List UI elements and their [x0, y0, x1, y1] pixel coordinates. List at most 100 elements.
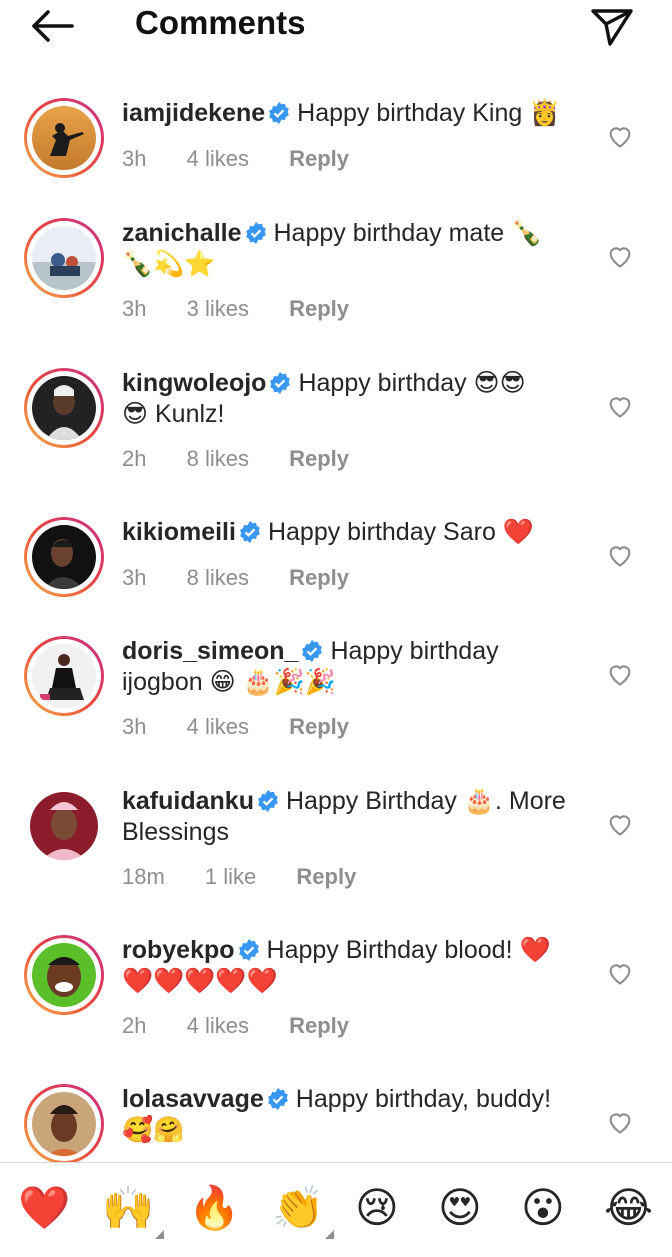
- heart-outline-icon: [609, 546, 631, 567]
- comment-text: Happy birthday 😎😎: [298, 369, 526, 397]
- comment-time: 3h: [122, 565, 147, 590]
- arrow-left-icon: [32, 10, 74, 42]
- comment-meta: 2h 8 likes Reply: [122, 446, 383, 472]
- emoji-heart-eyes-button[interactable]: 😍: [438, 1183, 482, 1233]
- comment-text-continued: 🥰🤗: [122, 1116, 185, 1144]
- comment-meta: 2h 4 likes Reply: [122, 1013, 383, 1039]
- comment-meta: 3h 4 likes Reply: [122, 146, 383, 172]
- quick-emoji-bar: ❤️ 🙌 🔥 👏 😢 😍 😮 😂: [0, 1163, 672, 1257]
- share-button[interactable]: [588, 4, 636, 48]
- comment-likes[interactable]: 1 like: [205, 864, 256, 889]
- comment-likes[interactable]: 4 likes: [187, 714, 249, 739]
- reply-button[interactable]: Reply: [289, 1013, 349, 1038]
- verified-badge-icon: [266, 1087, 290, 1111]
- verified-badge-icon: [268, 371, 292, 395]
- comment-likes[interactable]: 8 likes: [187, 565, 249, 590]
- comment-time: 2h: [122, 1013, 147, 1038]
- skin-tone-indicator-icon: [325, 1230, 335, 1239]
- comment-text: Happy birthday, buddy!: [295, 1085, 552, 1113]
- emoji-clap-button[interactable]: 👏: [272, 1183, 335, 1239]
- comment-likes[interactable]: 4 likes: [187, 1013, 249, 1038]
- comment-time: 3h: [122, 296, 147, 321]
- avatar[interactable]: [24, 517, 104, 597]
- comment-time: 18m: [122, 864, 165, 889]
- reply-button[interactable]: Reply: [289, 446, 349, 471]
- avatar[interactable]: [24, 786, 104, 866]
- comment-username[interactable]: kikiomeili: [122, 518, 236, 546]
- comment-likes[interactable]: 8 likes: [187, 446, 249, 471]
- comment-text-continued: Blessings: [122, 818, 229, 846]
- comment-time: 3h: [122, 146, 147, 171]
- emoji-crying-button[interactable]: 😢: [355, 1183, 399, 1233]
- comment-text: Happy birthday mate 🍾: [273, 219, 543, 247]
- comment-text-continued: ijogbon 😁 🎂🎉🎉: [122, 668, 336, 696]
- like-button[interactable]: [606, 541, 634, 569]
- comment-text: Happy Birthday 🎂. More: [285, 787, 566, 815]
- comment-text-continued: ❤️❤️❤️❤️❤️: [122, 967, 278, 995]
- avatar[interactable]: [24, 98, 104, 178]
- comment-text-continued: 🍾💫⭐: [122, 250, 216, 278]
- top-bar: Comments: [0, 0, 672, 56]
- reply-button[interactable]: Reply: [289, 296, 349, 321]
- like-button[interactable]: [606, 959, 634, 987]
- verified-badge-icon: [267, 101, 291, 125]
- verified-badge-icon: [300, 639, 324, 663]
- heart-outline-icon: [609, 397, 631, 418]
- comment-meta: 18m 1 like Reply: [122, 864, 390, 890]
- verified-badge-icon: [256, 789, 280, 813]
- comment-text: Happy birthday Saro ❤️: [267, 518, 534, 546]
- like-button[interactable]: [606, 242, 634, 270]
- emoji-fire-button[interactable]: 🔥: [188, 1183, 240, 1233]
- avatar[interactable]: [24, 1084, 104, 1162]
- comment-text: Happy Birthday blood! ❤️: [266, 936, 551, 964]
- reply-button[interactable]: Reply: [296, 864, 356, 889]
- avatar[interactable]: [24, 636, 104, 716]
- comment-time: 2h: [122, 446, 147, 471]
- heart-outline-icon: [609, 247, 631, 268]
- like-button[interactable]: [606, 660, 634, 688]
- like-button[interactable]: [606, 122, 634, 150]
- comment-text-continued: 😎 Kunlz!: [122, 400, 225, 428]
- emoji-surprised-button[interactable]: 😮: [521, 1183, 565, 1233]
- emoji-laughing-button[interactable]: 😂: [604, 1183, 653, 1233]
- emoji-raised-hands-button[interactable]: 🙌: [102, 1183, 165, 1239]
- comment-username[interactable]: doris_simeon_: [122, 637, 298, 665]
- emoji-raised-hands-label: 🙌: [102, 1184, 155, 1231]
- reply-button[interactable]: Reply: [289, 565, 349, 590]
- comment-text: Happy birthday King 👸: [297, 99, 561, 127]
- comment-meta: 3h 4 likes Reply: [122, 714, 383, 740]
- comment-username[interactable]: kingwoleojo: [122, 369, 266, 397]
- comment-username[interactable]: zanichalle: [122, 219, 242, 247]
- page-title: Comments: [135, 4, 306, 41]
- reply-button[interactable]: Reply: [289, 714, 349, 739]
- paper-plane-icon: [591, 9, 633, 46]
- back-button[interactable]: [28, 6, 76, 46]
- like-button[interactable]: [606, 392, 634, 420]
- skin-tone-indicator-icon: [155, 1230, 165, 1239]
- emoji-clap-label: 👏: [272, 1184, 325, 1231]
- comment-time: 3h: [122, 714, 147, 739]
- like-button[interactable]: [606, 1108, 634, 1136]
- verified-badge-icon: [244, 221, 268, 245]
- heart-outline-icon: [609, 964, 631, 985]
- comment-meta: 3h 3 likes Reply: [122, 296, 383, 322]
- comment-username[interactable]: kafuidanku: [122, 787, 254, 815]
- comment-likes[interactable]: 4 likes: [187, 146, 249, 171]
- verified-badge-icon: [238, 520, 262, 544]
- comment-text: Happy birthday: [330, 637, 499, 665]
- avatar[interactable]: [24, 218, 104, 298]
- emoji-heart-button[interactable]: ❤️: [18, 1183, 70, 1233]
- heart-outline-icon: [609, 815, 631, 836]
- heart-outline-icon: [609, 1113, 631, 1134]
- comment-username[interactable]: iamjidekene: [122, 99, 265, 127]
- like-button[interactable]: [606, 810, 634, 838]
- heart-outline-icon: [609, 127, 631, 148]
- comment-list: iamjidekene Happy birthday King 👸 3h 4 li…: [0, 80, 672, 1162]
- reply-button[interactable]: Reply: [289, 146, 349, 171]
- comment-username[interactable]: robyekpo: [122, 936, 235, 964]
- avatar[interactable]: [24, 935, 104, 1015]
- heart-outline-icon: [609, 665, 631, 686]
- comment-username[interactable]: lolasavvage: [122, 1085, 264, 1113]
- avatar[interactable]: [24, 368, 104, 448]
- comment-likes[interactable]: 3 likes: [187, 296, 249, 321]
